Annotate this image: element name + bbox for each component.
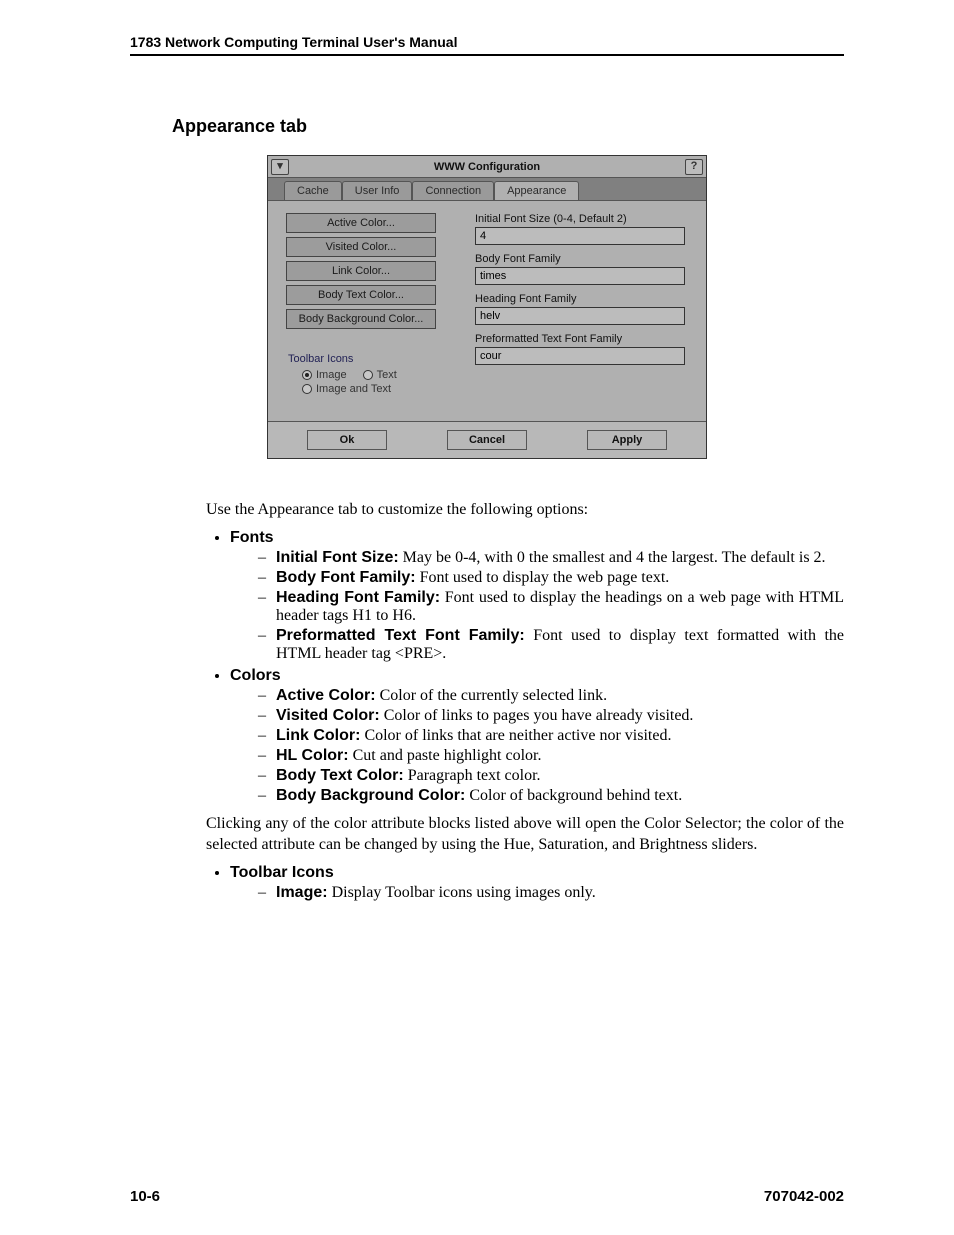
titlebar: ▾ WWW Configuration ? xyxy=(268,156,706,178)
body-text-color-term: Body Text Color: xyxy=(276,767,404,784)
body-text-color-button[interactable]: Body Text Color... xyxy=(286,285,436,305)
options-list: Fonts Initial Font Size: May be 0-4, wit… xyxy=(210,529,844,805)
initial-font-size-desc: May be 0-4, with 0 the smallest and 4 th… xyxy=(399,549,826,566)
initial-font-size-input[interactable]: 4 xyxy=(475,227,685,245)
color-selector-paragraph: Clicking any of the color attribute bloc… xyxy=(206,813,844,856)
preformatted-font-family-input[interactable]: cour xyxy=(475,347,685,365)
body-font-family-term: Body Font Family: xyxy=(276,569,416,586)
link-color-button[interactable]: Link Color... xyxy=(286,261,436,281)
radio-image-label[interactable]: Image xyxy=(316,369,347,381)
visited-color-button[interactable]: Visited Color... xyxy=(286,237,436,257)
body-background-color-term: Body Background Color: xyxy=(276,787,465,804)
visited-color-term: Visited Color: xyxy=(276,707,380,724)
toolbar-image-term: Image: xyxy=(276,884,328,901)
tab-connection[interactable]: Connection xyxy=(412,181,494,200)
radio-text-label[interactable]: Text xyxy=(377,369,397,381)
active-color-desc: Color of the currently selected link. xyxy=(376,687,607,704)
tab-strip: Cache User Info Connection Appearance xyxy=(268,178,706,200)
hl-color-desc: Cut and paste highlight color. xyxy=(349,747,542,764)
radio-unselected-icon[interactable] xyxy=(363,370,373,380)
heading-font-family-label: Heading Font Family xyxy=(475,293,688,305)
body-text-color-desc: Paragraph text color. xyxy=(404,767,541,784)
section-heading: Appearance tab xyxy=(172,116,844,137)
body-background-color-button[interactable]: Body Background Color... xyxy=(286,309,436,329)
preformatted-font-family-term: Preformatted Text Font Family: xyxy=(276,627,525,644)
tab-appearance[interactable]: Appearance xyxy=(494,181,579,200)
radio-image-and-text-label[interactable]: Image and Text xyxy=(316,383,391,395)
help-icon[interactable]: ? xyxy=(685,159,703,175)
link-color-term: Link Color: xyxy=(276,727,360,744)
link-color-desc: Color of links that are neither active n… xyxy=(360,727,671,744)
tab-cache[interactable]: Cache xyxy=(284,181,342,200)
toolbar-image-desc: Display Toolbar icons using images only. xyxy=(328,884,596,901)
hl-color-term: HL Color: xyxy=(276,747,349,764)
body-background-color-desc: Color of background behind text. xyxy=(465,787,682,804)
left-column: Active Color... Visited Color... Link Co… xyxy=(286,213,451,397)
active-color-button[interactable]: Active Color... xyxy=(286,213,436,233)
tab-body: Active Color... Visited Color... Link Co… xyxy=(268,200,706,421)
radio-selected-icon[interactable] xyxy=(302,370,312,380)
initial-font-size-term: Initial Font Size: xyxy=(276,549,399,566)
page-number: 10-6 xyxy=(130,1188,160,1205)
dialog-window: ▾ WWW Configuration ? Cache User Info Co… xyxy=(267,155,707,459)
active-color-term: Active Color: xyxy=(276,687,376,704)
toolbar-icons-group-label: Toolbar Icons xyxy=(288,353,451,365)
tab-user-info[interactable]: User Info xyxy=(342,181,413,200)
radio-unselected-icon[interactable] xyxy=(302,384,312,394)
body-font-family-label: Body Font Family xyxy=(475,253,688,265)
header-rule xyxy=(130,54,844,56)
system-menu-icon[interactable]: ▾ xyxy=(271,159,289,175)
body-font-family-input[interactable]: times xyxy=(475,267,685,285)
colors-heading: Colors xyxy=(230,667,281,684)
ok-button[interactable]: Ok xyxy=(307,430,387,450)
cancel-button[interactable]: Cancel xyxy=(447,430,527,450)
dialog-button-bar: Ok Cancel Apply xyxy=(268,421,706,458)
screenshot-figure: ▾ WWW Configuration ? Cache User Info Co… xyxy=(267,155,707,459)
toolbar-icons-radio-group: Image Text Image and Text xyxy=(286,369,451,395)
intro-paragraph: Use the Appearance tab to customize the … xyxy=(206,499,844,521)
toolbar-icons-heading: Toolbar Icons xyxy=(230,864,334,881)
page-footer: 10-6 707042-002 xyxy=(130,1188,844,1205)
document-number: 707042-002 xyxy=(764,1188,844,1205)
heading-font-family-term: Heading Font Family: xyxy=(276,589,440,606)
initial-font-size-label: Initial Font Size (0-4, Default 2) xyxy=(475,213,688,225)
visited-color-desc: Color of links to pages you have already… xyxy=(380,707,694,724)
toolbar-icons-list: Toolbar Icons Image: Display Toolbar ico… xyxy=(210,864,844,902)
window-title: WWW Configuration xyxy=(289,161,685,173)
running-header: 1783 Network Computing Terminal User's M… xyxy=(130,34,844,50)
apply-button[interactable]: Apply xyxy=(587,430,667,450)
preformatted-font-family-label: Preformatted Text Font Family xyxy=(475,333,688,345)
right-column: Initial Font Size (0-4, Default 2) 4 Bod… xyxy=(475,213,688,397)
body-font-family-desc: Font used to display the web page text. xyxy=(416,569,670,586)
fonts-heading: Fonts xyxy=(230,529,274,546)
heading-font-family-input[interactable]: helv xyxy=(475,307,685,325)
